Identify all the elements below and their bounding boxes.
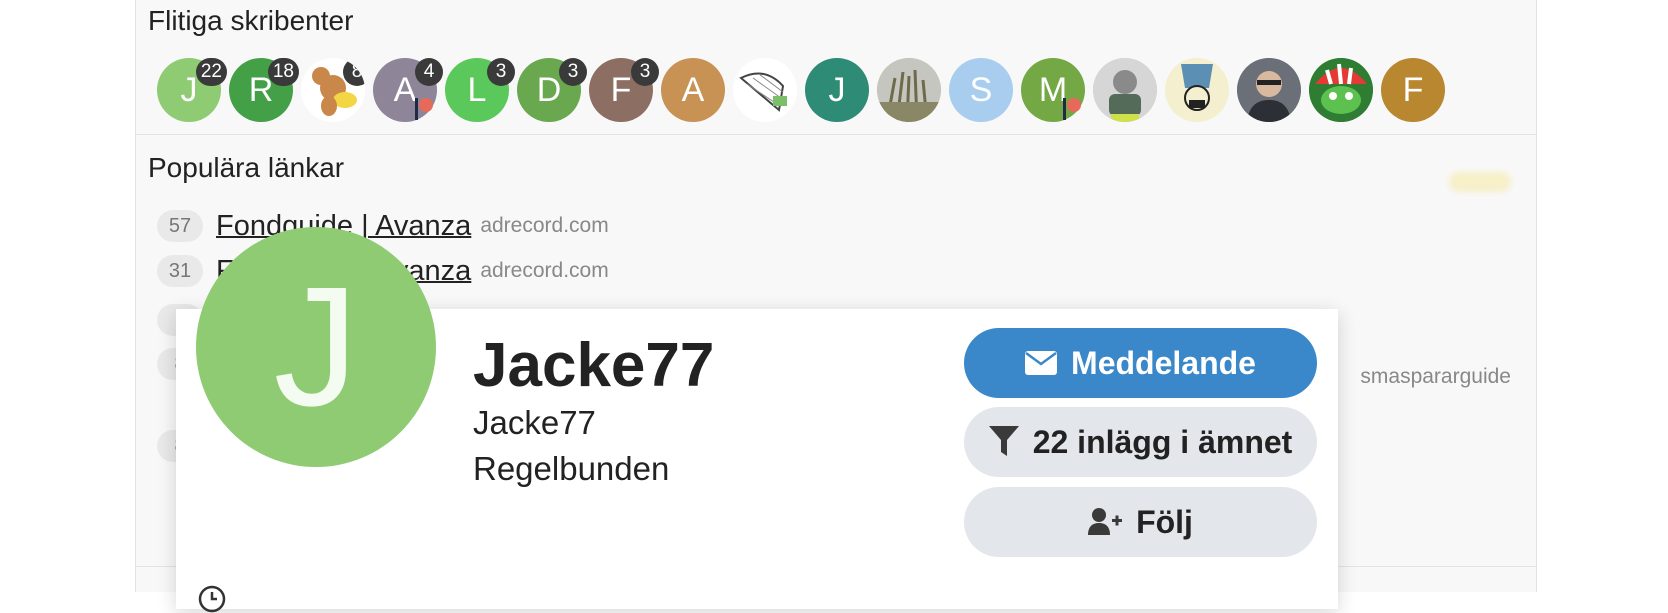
writer-avatar[interactable]: J bbox=[805, 58, 869, 122]
writer-avatar-letter: D bbox=[536, 70, 562, 109]
reeds-picture bbox=[877, 58, 941, 122]
portrait-picture bbox=[1237, 58, 1301, 122]
envelope-icon bbox=[1025, 351, 1058, 375]
writer-avatar-letter: L bbox=[467, 70, 487, 109]
profile-avatar-letter: J bbox=[273, 252, 359, 442]
writer-avatar[interactable]: M bbox=[1021, 58, 1085, 122]
profile-avatar[interactable]: J bbox=[196, 227, 436, 467]
message-button[interactable]: Meddelande bbox=[964, 328, 1317, 398]
post-count-badge: 18 bbox=[267, 58, 299, 86]
writer-avatar[interactable]: L3 bbox=[445, 58, 515, 122]
writer-avatar-letter: A bbox=[393, 70, 417, 109]
writer-avatar-letter: A bbox=[681, 70, 705, 109]
text-cursor-icon bbox=[415, 98, 418, 120]
writer-avatar-letter: J bbox=[828, 70, 846, 109]
profile-rank: Regelbunden bbox=[473, 450, 670, 487]
writer-avatar[interactable] bbox=[877, 58, 941, 122]
divider bbox=[136, 134, 1536, 135]
links-title: Populära länkar bbox=[148, 152, 345, 183]
follow-button-label: Följ bbox=[1136, 503, 1193, 540]
post-count-badge: 22 bbox=[195, 58, 227, 86]
writer-avatar[interactable]: A4 bbox=[373, 58, 443, 122]
status-dot bbox=[1067, 98, 1081, 112]
follow-button[interactable]: Följ bbox=[964, 487, 1317, 557]
writer-avatar[interactable] bbox=[1093, 58, 1157, 122]
profile-display-name: Jacke77 bbox=[473, 404, 596, 441]
writer-avatar[interactable] bbox=[1165, 58, 1229, 122]
posts-button-label: 22 inlägg i ämnet bbox=[1032, 423, 1293, 460]
writer-avatar[interactable] bbox=[733, 58, 797, 122]
clock-icon bbox=[198, 585, 226, 613]
text-cursor-icon bbox=[1063, 98, 1066, 120]
link-click-count: 31 bbox=[157, 255, 203, 287]
writer-avatar-letter: S bbox=[969, 70, 993, 109]
writer-avatar-letter: F bbox=[610, 70, 632, 109]
add-user-icon bbox=[1088, 508, 1123, 535]
post-count-badge: 3 bbox=[487, 58, 515, 86]
link-domain: adrecord.com bbox=[480, 214, 609, 237]
writer-avatar[interactable]: D3 bbox=[517, 58, 587, 122]
cartoon-man-picture bbox=[1093, 58, 1157, 122]
message-button-label: Meddelande bbox=[1071, 344, 1256, 381]
link-click-count: 57 bbox=[157, 210, 203, 242]
filter-icon bbox=[988, 426, 1019, 456]
post-count-badge: 3 bbox=[631, 58, 659, 86]
blurred-badge bbox=[1449, 172, 1511, 192]
cartoon-hat-picture bbox=[1165, 58, 1229, 122]
writer-avatar[interactable]: S bbox=[949, 58, 1013, 122]
writer-avatar[interactable] bbox=[1309, 58, 1373, 122]
link-domain: smaspararguide bbox=[1360, 365, 1511, 388]
writers-title: Flitiga skribenter bbox=[148, 5, 354, 36]
link-domain: adrecord.com bbox=[480, 259, 609, 282]
writer-avatar[interactable]: F bbox=[1381, 58, 1445, 122]
posts-in-topic-button[interactable]: 22 inlägg i ämnet bbox=[964, 407, 1317, 477]
post-count-badge: 3 bbox=[559, 58, 587, 86]
writer-avatar-letter: J bbox=[180, 70, 198, 109]
post-count-badge: 4 bbox=[415, 58, 443, 86]
writer-avatar-letter: F bbox=[1402, 70, 1424, 109]
status-dot bbox=[419, 98, 433, 112]
writer-avatar[interactable]: R 18 bbox=[229, 58, 299, 122]
landing-net-picture bbox=[733, 58, 797, 122]
profile-username: Jacke77 bbox=[473, 331, 715, 400]
writer-avatar[interactable] bbox=[1237, 58, 1301, 122]
green-mascot-picture bbox=[1309, 58, 1373, 122]
link-item[interactable]: 57 Fondguide | Avanza adrecord.com bbox=[157, 206, 609, 246]
writer-avatar[interactable]: F3 bbox=[589, 58, 659, 122]
writer-avatar[interactable]: 8 bbox=[301, 58, 365, 122]
post-count-badge: 8 bbox=[343, 58, 365, 86]
writer-avatar[interactable]: J 22 bbox=[157, 58, 227, 122]
writer-avatar[interactable]: A bbox=[661, 58, 725, 122]
